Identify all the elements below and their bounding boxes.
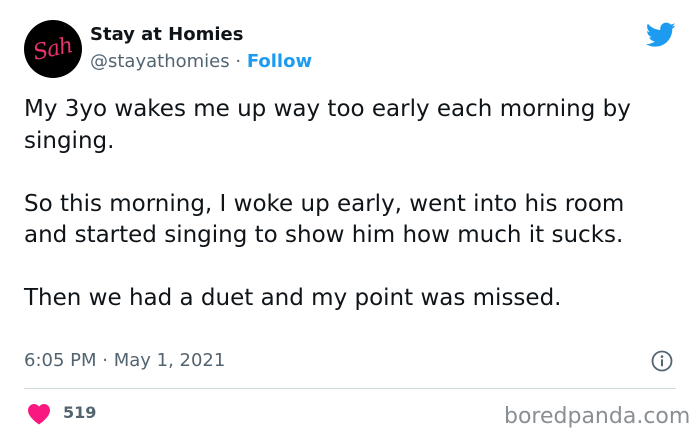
- separator-dot: ·: [235, 51, 242, 72]
- watermark: boredpanda.com: [504, 404, 691, 429]
- user-handle[interactable]: @stayathomies: [90, 51, 230, 72]
- twitter-bird-icon[interactable]: [646, 22, 676, 48]
- info-icon[interactable]: [651, 350, 673, 372]
- handle-row: @stayathomies · Follow: [90, 51, 312, 72]
- divider: [24, 388, 676, 389]
- display-name[interactable]: Stay at Homies: [90, 24, 243, 45]
- tweet-timestamp[interactable]: 6:05 PM · May 1, 2021: [24, 350, 225, 371]
- heart-icon[interactable]: [27, 403, 51, 425]
- tweet-paragraph: So this morning, I woke up early, went i…: [24, 190, 625, 249]
- follow-button[interactable]: Follow: [247, 51, 312, 72]
- tweet-paragraph: Then we had a duet and my point was miss…: [24, 285, 562, 311]
- tweet-text: My 3yo wakes me up way too early each mo…: [24, 94, 674, 315]
- avatar-logo-text: Sah: [31, 32, 75, 66]
- like-count[interactable]: 519: [63, 403, 96, 422]
- tweet-paragraph: My 3yo wakes me up way too early each mo…: [24, 96, 631, 154]
- avatar[interactable]: Sah: [24, 20, 82, 78]
